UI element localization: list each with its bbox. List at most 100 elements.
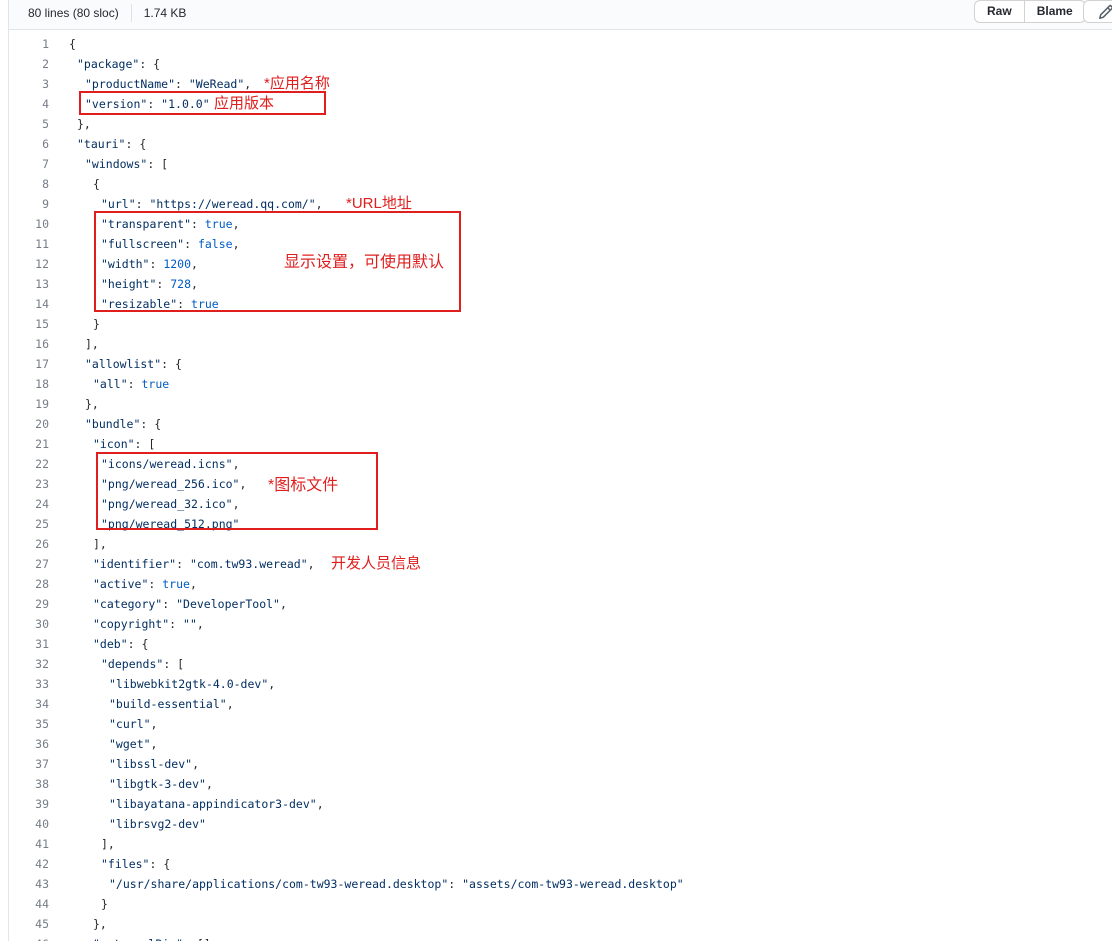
code-line-content: "curl", <box>49 714 157 734</box>
code-line-content: { <box>49 174 100 194</box>
line-number[interactable]: 39 <box>9 794 49 814</box>
code-line: 28"active": true, <box>9 574 1112 594</box>
line-number[interactable]: 15 <box>9 314 49 334</box>
code-line: 17"allowlist": { <box>9 354 1112 374</box>
code-line: 38"libgtk-3-dev", <box>9 774 1112 794</box>
line-number[interactable]: 5 <box>9 114 49 134</box>
line-number[interactable]: 18 <box>9 374 49 394</box>
code-line-content: "allowlist": { <box>49 354 182 374</box>
code-line: 5}, <box>9 114 1112 134</box>
line-number[interactable]: 2 <box>9 54 49 74</box>
line-number[interactable]: 1 <box>9 34 49 54</box>
code-line-content: "resizable": true <box>49 294 219 314</box>
line-number[interactable]: 41 <box>9 834 49 854</box>
code-line: 22"icons/weread.icns", <box>9 454 1112 474</box>
file-info: 80 lines (80 sloc) 1.74 KB <box>28 3 186 23</box>
line-number[interactable]: 11 <box>9 234 49 254</box>
line-number[interactable]: 33 <box>9 674 49 694</box>
line-number[interactable]: 24 <box>9 494 49 514</box>
line-number[interactable]: 34 <box>9 694 49 714</box>
line-number[interactable]: 36 <box>9 734 49 754</box>
line-number[interactable]: 19 <box>9 394 49 414</box>
code-line: 31"deb": { <box>9 634 1112 654</box>
code-line-content: "depends": [ <box>49 654 184 674</box>
code-area: 1{2"package": {3"productName": "WeRead",… <box>9 31 1112 941</box>
line-number[interactable]: 22 <box>9 454 49 474</box>
code-line-content: ], <box>49 834 115 854</box>
code-line-content: }, <box>49 114 91 134</box>
line-number[interactable]: 23 <box>9 474 49 494</box>
raw-button[interactable]: Raw <box>974 0 1025 23</box>
code-line: 39"libayatana-appindicator3-dev", <box>9 794 1112 814</box>
code-line: 35"curl", <box>9 714 1112 734</box>
line-number[interactable]: 6 <box>9 134 49 154</box>
code-line: 20"bundle": { <box>9 414 1112 434</box>
code-line: 18"all": true <box>9 374 1112 394</box>
line-number[interactable]: 14 <box>9 294 49 314</box>
code-line: 46"externalBin": [] <box>9 934 1112 941</box>
code-line: 33"libwebkit2gtk-4.0-dev", <box>9 674 1112 694</box>
code-line-content: "bundle": { <box>49 414 161 434</box>
line-number[interactable]: 32 <box>9 654 49 674</box>
line-number[interactable]: 31 <box>9 634 49 654</box>
code-line-content: "transparent": true, <box>49 214 240 234</box>
line-number[interactable]: 25 <box>9 514 49 534</box>
line-number[interactable]: 44 <box>9 894 49 914</box>
code-line: 4"version": "1.0.0" <box>9 94 1112 114</box>
code-line-content: "active": true, <box>49 574 197 594</box>
code-line: 27"identifier": "com.tw93.weread", <box>9 554 1112 574</box>
line-number[interactable]: 40 <box>9 814 49 834</box>
code-line-content: "deb": { <box>49 634 148 654</box>
file-info-divider <box>131 4 132 22</box>
code-line: 23"png/weread_256.ico", <box>9 474 1112 494</box>
line-number[interactable]: 38 <box>9 774 49 794</box>
line-number[interactable]: 8 <box>9 174 49 194</box>
annotation-app-name: *应用名称 <box>264 75 330 93</box>
line-number[interactable]: 29 <box>9 594 49 614</box>
code-line-content: "version": "1.0.0" <box>49 94 210 114</box>
code-line-content: "copyright": "", <box>49 614 204 634</box>
annotation-app-version: 应用版本 <box>214 95 274 113</box>
line-number[interactable]: 10 <box>9 214 49 234</box>
code-line: 34"build-essential", <box>9 694 1112 714</box>
code-line-content: "tauri": { <box>49 134 146 154</box>
line-number[interactable]: 3 <box>9 74 49 94</box>
code-line-content: ], <box>49 534 107 554</box>
line-number[interactable]: 13 <box>9 274 49 294</box>
line-number[interactable]: 9 <box>9 194 49 214</box>
code-line-content: "libayatana-appindicator3-dev", <box>49 794 324 814</box>
code-line: 44} <box>9 894 1112 914</box>
code-line: 6"tauri": { <box>9 134 1112 154</box>
code-line: 41], <box>9 834 1112 854</box>
line-number[interactable]: 20 <box>9 414 49 434</box>
code-line: 26], <box>9 534 1112 554</box>
line-number[interactable]: 42 <box>9 854 49 874</box>
blame-button[interactable]: Blame <box>1025 0 1086 23</box>
line-number[interactable]: 17 <box>9 354 49 374</box>
line-number[interactable]: 30 <box>9 614 49 634</box>
line-number[interactable]: 12 <box>9 254 49 274</box>
code-line-content: "files": { <box>49 854 170 874</box>
file-header: 80 lines (80 sloc) 1.74 KB Raw Blame <box>9 0 1112 30</box>
code-line: 25"png/weread_512.png" <box>9 514 1112 534</box>
line-number[interactable]: 26 <box>9 534 49 554</box>
code-line-content: "libssl-dev", <box>49 754 199 774</box>
line-number[interactable]: 46 <box>9 934 49 941</box>
line-number[interactable]: 37 <box>9 754 49 774</box>
edit-file-button[interactable] <box>1083 0 1112 23</box>
line-number[interactable]: 7 <box>9 154 49 174</box>
code-line-content: "width": 1200, <box>49 254 198 274</box>
line-number[interactable]: 35 <box>9 714 49 734</box>
line-number[interactable]: 27 <box>9 554 49 574</box>
line-number[interactable]: 28 <box>9 574 49 594</box>
code-line-content: }, <box>49 914 107 934</box>
line-number[interactable]: 45 <box>9 914 49 934</box>
code-line-content: { <box>49 34 76 54</box>
line-number[interactable]: 4 <box>9 94 49 114</box>
code-line-content: "libwebkit2gtk-4.0-dev", <box>49 674 275 694</box>
code-line: 15} <box>9 314 1112 334</box>
line-number[interactable]: 21 <box>9 434 49 454</box>
code-line-content: "externalBin": [] <box>49 934 211 941</box>
line-number[interactable]: 16 <box>9 334 49 354</box>
line-number[interactable]: 43 <box>9 874 49 894</box>
